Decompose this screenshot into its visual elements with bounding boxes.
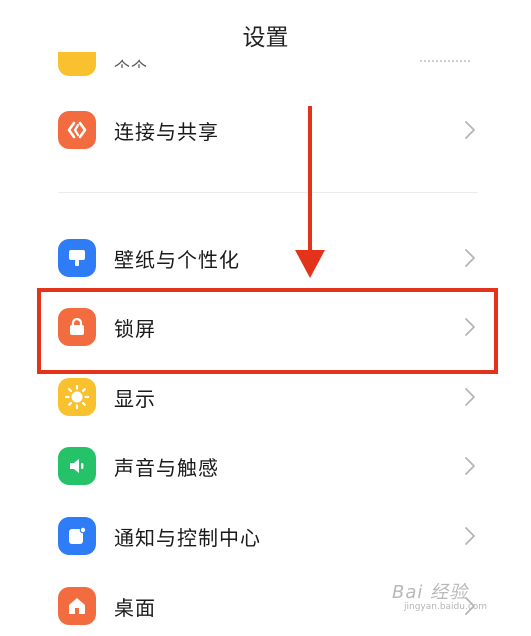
section-divider: [58, 192, 478, 193]
settings-item-label: 显示: [114, 387, 156, 411]
watermark-text: Bai 经验: [392, 582, 469, 603]
settings-item-sound[interactable]: 声音与触感: [0, 436, 531, 496]
settings-item-notification[interactable]: 通知与控制中心: [0, 506, 531, 566]
highlight-box: [37, 288, 498, 374]
partial-row-icon[interactable]: [58, 52, 96, 76]
settings-item-label: 连接与共享: [114, 120, 219, 144]
page-title: 设置: [242, 25, 289, 51]
chevron-right-icon: [465, 388, 475, 406]
sun-icon: [58, 378, 96, 416]
chevron-right-icon: [465, 121, 475, 139]
settings-item-display[interactable]: 显示: [0, 367, 531, 427]
partial-row-label: 个个……: [114, 58, 183, 68]
notification-icon: [58, 517, 96, 555]
arrow-down-icon: [295, 106, 325, 278]
settings-item-wallpaper[interactable]: 壁纸与个性化: [0, 228, 531, 288]
watermark: Bai 经验 jingyan.baidu.com: [392, 572, 528, 618]
connection-share-icon: [58, 111, 96, 149]
settings-item-label: 壁纸与个性化: [114, 248, 240, 272]
chevron-right-icon: [465, 249, 475, 267]
settings-item-label: 声音与触感: [114, 456, 219, 480]
partial-row-value: [420, 60, 470, 68]
settings-item-label: 通知与控制中心: [114, 526, 261, 550]
home-icon: [58, 587, 96, 625]
chevron-right-icon: [465, 457, 475, 475]
settings-item-connection[interactable]: 连接与共享: [0, 100, 531, 160]
chevron-right-icon: [465, 527, 475, 545]
speaker-icon: [58, 447, 96, 485]
watermark-url: jingyan.baidu.com: [404, 602, 488, 612]
wallpaper-icon: [58, 239, 96, 277]
settings-item-label: 桌面: [114, 596, 156, 620]
